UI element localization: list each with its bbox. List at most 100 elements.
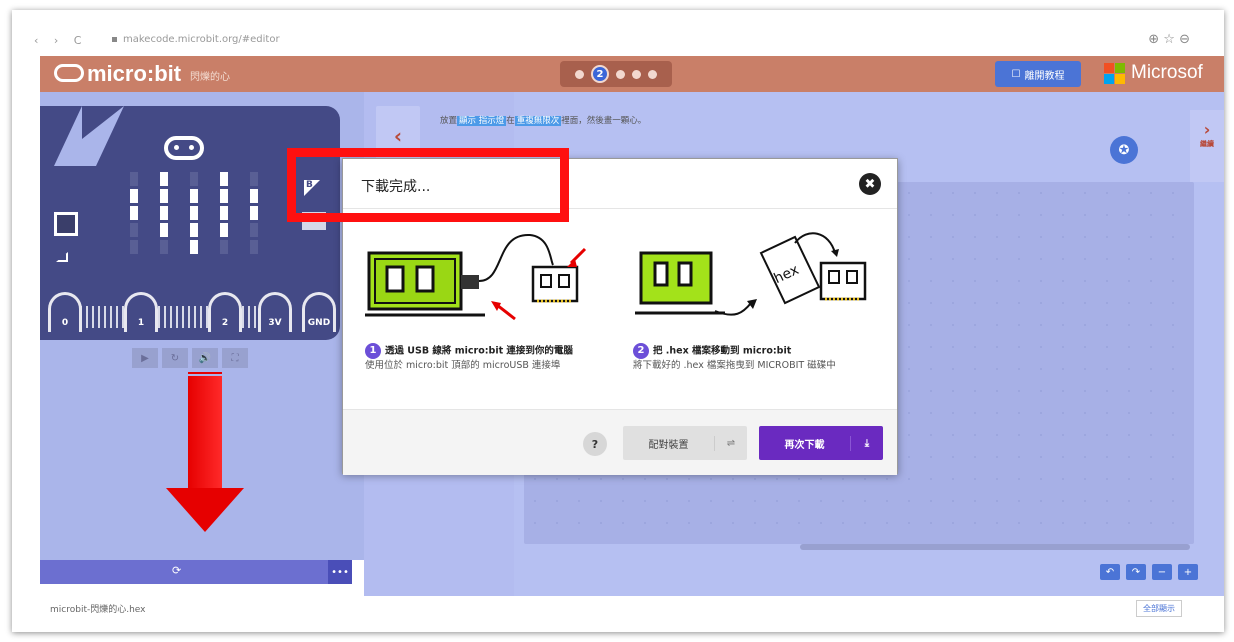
app-header: micro:bit 閃爍的心 2 ☐ 離開教程 Microsof — [40, 56, 1224, 92]
zoom-in-icon[interactable]: + — [1178, 564, 1198, 580]
led-on — [250, 189, 258, 203]
step-number-badge: 2 — [633, 343, 649, 359]
annotation-arrow-head — [166, 488, 244, 532]
led-on — [160, 223, 168, 237]
block-reference[interactable]: 重複無限次 — [514, 116, 562, 126]
restart-icon[interactable]: ↻ — [162, 348, 188, 368]
led-off — [130, 240, 138, 254]
instruction-text: 在 — [506, 116, 515, 126]
download-button[interactable]: ⟳ — [40, 560, 352, 584]
exit-tutorial-button[interactable]: ☐ 離開教程 — [995, 61, 1081, 87]
pin-label: 3V — [268, 318, 282, 328]
workspace-controls: ↶ ↷ − + — [1100, 564, 1198, 580]
downloaded-file[interactable]: microbit-閃爍的心.hex — [40, 596, 156, 621]
download-icon: ⤓ — [864, 437, 870, 449]
edge-stripes — [158, 306, 210, 328]
microbit-board: B 0 1 2 3V GND — [40, 106, 340, 340]
led-on — [250, 206, 258, 220]
microsoft-logo-icon — [1104, 62, 1125, 84]
led-off — [250, 240, 258, 254]
instruction-text: 裡面，然後畫一顆心。 — [561, 116, 647, 126]
undo-icon[interactable]: ↶ — [1100, 564, 1120, 580]
next-step-label: 繼續 — [1200, 140, 1214, 148]
led-on — [190, 206, 198, 220]
microsoft-brand[interactable]: Microsof — [1104, 62, 1203, 84]
simulator-controls: ▶ ↻ 🔊 ⛶ — [132, 348, 250, 368]
led-on — [220, 206, 228, 220]
browser-action-icons[interactable]: ⊕ ☆ ⊖ — [1148, 32, 1190, 47]
step-1-title: 透過 USB 線將 micro:bit 連接到你的電腦 — [385, 345, 573, 357]
led-on — [130, 206, 138, 220]
connect-usb-illustration — [365, 233, 587, 321]
logo-text: micro:bit — [87, 61, 182, 86]
pin-3v[interactable]: 3V — [258, 292, 292, 332]
led-on — [190, 189, 198, 203]
chevron-left-icon: ‹ — [393, 124, 403, 148]
step-dot[interactable] — [616, 69, 625, 79]
workspace-scrollbar[interactable] — [800, 544, 1190, 550]
step-2-description: 將下載好的 .hex 檔案拖曳到 MICROBIT 磁碟中 — [633, 360, 836, 371]
mute-icon[interactable]: 🔊 — [192, 348, 218, 368]
project-name: 閃爍的心 — [190, 72, 230, 83]
step-1-description: 使用位於 micro:bit 頂部的 microUSB 連接埠 — [365, 360, 561, 371]
download-shelf: microbit-閃爍的心.hex 全部顯示 — [12, 596, 1224, 632]
block-reference[interactable]: 顯示 指示燈 — [457, 116, 507, 126]
step-dot[interactable] — [648, 69, 657, 79]
usb-icon: ⇌ — [726, 437, 736, 449]
pin-label: 2 — [221, 318, 229, 328]
microbit-face-icon — [164, 136, 204, 160]
led-off — [250, 172, 258, 186]
more-options-button[interactable]: ••• — [328, 560, 352, 584]
lock-icon — [112, 36, 117, 42]
edge-connector: 0 1 2 3V GND — [40, 292, 340, 332]
annotation-arrow-down — [188, 376, 222, 490]
instruction-text: 放置 — [440, 116, 458, 126]
pair-device-button[interactable]: 配對裝置 ⇌ — [623, 426, 747, 460]
pin-label: 1 — [137, 318, 145, 328]
dialog-footer: ? 配對裝置 ⇌ 再次下載 ⤓ — [343, 409, 897, 475]
address-bar[interactable]: makecode.microbit.org/#editor — [112, 34, 280, 45]
step-dot[interactable] — [575, 69, 584, 79]
next-step-button[interactable]: › 繼續 — [1190, 110, 1224, 182]
tutorial-instruction: 放置 顯示 指示燈在重複無限次 裡面，然後畫一顆心。 — [440, 114, 646, 126]
led-on — [160, 189, 168, 203]
redo-icon[interactable]: ↷ — [1126, 564, 1146, 580]
led-on — [190, 223, 198, 237]
microbit-logo-icon — [54, 64, 84, 83]
step-dot-current[interactable]: 2 — [591, 65, 609, 83]
pin-0[interactable]: 0 — [48, 292, 82, 332]
exit-tutorial-label: 離開教程 — [1024, 70, 1065, 82]
chevron-right-icon: › — [1203, 120, 1211, 139]
download-again-button[interactable]: 再次下載 ⤓ — [759, 426, 883, 460]
led-off — [190, 172, 198, 186]
zoom-out-icon[interactable]: − — [1152, 564, 1172, 580]
pin-label: GND — [307, 318, 331, 328]
microbit-logo[interactable]: micro:bit — [54, 61, 181, 87]
step-dot[interactable] — [632, 69, 641, 79]
show-all-downloads[interactable]: 全部顯示 — [1136, 600, 1182, 617]
step-2-text: 2 把 .hex 檔案移動到 micro:bit 將下載好的 .hex 檔案拖曳到… — [633, 343, 883, 372]
pair-device-label: 配對裝置 — [623, 435, 715, 451]
led-off — [130, 172, 138, 186]
external-link-icon: ☐ — [1011, 68, 1021, 80]
step-1-text: 1 透過 USB 線將 micro:bit 連接到你的電腦 使用位於 micro:… — [365, 343, 615, 372]
close-icon[interactable]: ✖ — [859, 173, 881, 195]
led-off — [250, 223, 258, 237]
pin-gnd[interactable]: GND — [302, 292, 336, 332]
browser-nav-buttons[interactable]: ‹ › C — [34, 34, 87, 47]
pin-label: 0 — [61, 318, 69, 328]
led-on — [190, 240, 198, 254]
help-button[interactable]: ? — [583, 432, 607, 456]
fullscreen-icon[interactable]: ⛶ — [222, 348, 248, 368]
pin-2[interactable]: 2 — [208, 292, 242, 332]
play-icon[interactable]: ▶ — [132, 348, 158, 368]
url-text: makecode.microbit.org/#editor — [123, 34, 280, 45]
led-on — [220, 223, 228, 237]
download-again-label: 再次下載 — [759, 435, 851, 451]
button-a[interactable] — [54, 212, 78, 236]
hint-lightbulb-icon[interactable]: ✪ — [1110, 136, 1138, 164]
led-off — [160, 240, 168, 254]
pin-1[interactable]: 1 — [124, 292, 158, 332]
step-2-title: 把 .hex 檔案移動到 micro:bit — [653, 345, 792, 357]
led-on — [160, 172, 168, 186]
